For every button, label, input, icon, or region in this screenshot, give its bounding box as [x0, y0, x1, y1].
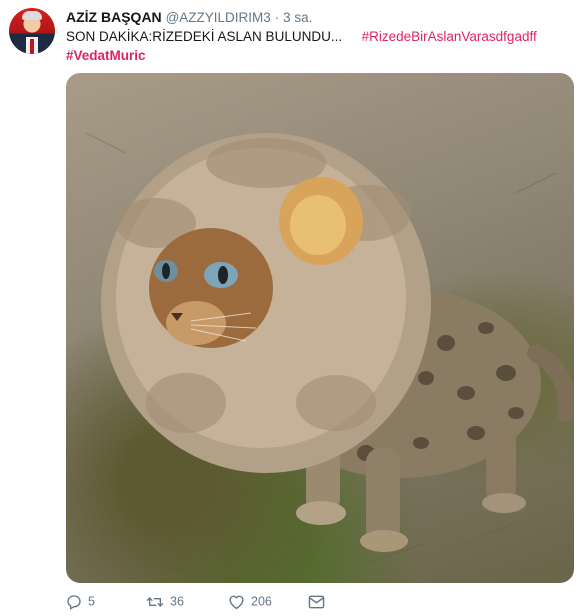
- hashtag-link[interactable]: #VedatMuric: [66, 48, 146, 63]
- display-name[interactable]: AZİZ BAŞQAN: [66, 9, 162, 25]
- user-handle[interactable]: @AZZYILDIRIM3: [166, 10, 271, 25]
- avatar-tie: [30, 39, 34, 54]
- reply-button[interactable]: 5: [66, 592, 95, 610]
- retweet-button[interactable]: 36: [146, 592, 184, 610]
- tweet[interactable]: AZİZ BAŞQAN @AZZYILDIRIM3 · 3 sa. SON DA…: [0, 0, 581, 616]
- like-count: 206: [251, 594, 272, 609]
- cat-photo-illustration: [85, 132, 574, 574]
- heart-icon: [229, 595, 244, 609]
- tweet-header: AZİZ BAŞQAN @AZZYILDIRIM3 · 3 sa.: [66, 8, 312, 26]
- retweet-count: 36: [170, 594, 184, 609]
- hashtag-link[interactable]: #RizedeBirAslanVarasdfgadff: [362, 29, 537, 44]
- separator-dot: ·: [274, 10, 280, 25]
- tweet-text-line2: #VedatMuric: [66, 47, 146, 65]
- tweet-text: SON DAKİKA:RİZEDEKİ ASLAN BULUNDU... #Ri…: [66, 28, 566, 46]
- like-button[interactable]: 206: [228, 592, 272, 610]
- tweet-timestamp[interactable]: 3 sa.: [283, 10, 312, 25]
- reply-icon: [67, 595, 81, 610]
- direct-message-button[interactable]: [308, 592, 331, 610]
- retweet-icon: [146, 596, 164, 607]
- reply-count: 5: [88, 594, 95, 609]
- tweet-media-photo[interactable]: [66, 73, 574, 583]
- avatar-hair: [22, 11, 42, 20]
- avatar[interactable]: [9, 8, 55, 54]
- envelope-icon: [308, 595, 325, 609]
- tweet-text-body: SON DAKİKA:RİZEDEKİ ASLAN BULUNDU...: [66, 29, 343, 44]
